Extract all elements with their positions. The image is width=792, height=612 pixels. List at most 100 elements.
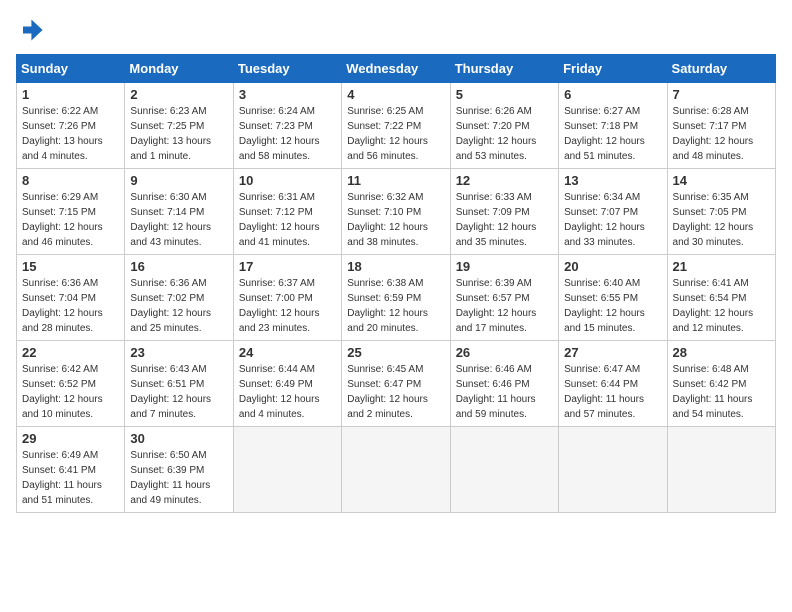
calendar-cell: 28 Sunrise: 6:48 AMSunset: 6:42 PMDayligh… bbox=[667, 341, 775, 427]
calendar-cell: 6 Sunrise: 6:27 AMSunset: 7:18 PMDaylight… bbox=[559, 83, 667, 169]
day-number: 21 bbox=[673, 259, 770, 274]
day-number: 8 bbox=[22, 173, 119, 188]
day-header-sunday: Sunday bbox=[17, 55, 125, 83]
day-info: Sunrise: 6:39 AMSunset: 6:57 PMDaylight:… bbox=[456, 276, 553, 336]
day-header-tuesday: Tuesday bbox=[233, 55, 341, 83]
day-number: 29 bbox=[22, 431, 119, 446]
day-info: Sunrise: 6:40 AMSunset: 6:55 PMDaylight:… bbox=[564, 276, 661, 336]
day-info: Sunrise: 6:50 AMSunset: 6:39 PMDaylight:… bbox=[130, 448, 227, 508]
day-info: Sunrise: 6:36 AMSunset: 7:02 PMDaylight:… bbox=[130, 276, 227, 336]
calendar-cell bbox=[667, 427, 775, 513]
calendar-cell: 4 Sunrise: 6:25 AMSunset: 7:22 PMDaylight… bbox=[342, 83, 450, 169]
day-info: Sunrise: 6:44 AMSunset: 6:49 PMDaylight:… bbox=[239, 362, 336, 422]
day-info: Sunrise: 6:35 AMSunset: 7:05 PMDaylight:… bbox=[673, 190, 770, 250]
day-number: 23 bbox=[130, 345, 227, 360]
day-number: 6 bbox=[564, 87, 661, 102]
day-info: Sunrise: 6:24 AMSunset: 7:23 PMDaylight:… bbox=[239, 104, 336, 164]
day-info: Sunrise: 6:41 AMSunset: 6:54 PMDaylight:… bbox=[673, 276, 770, 336]
day-number: 11 bbox=[347, 173, 444, 188]
day-info: Sunrise: 6:38 AMSunset: 6:59 PMDaylight:… bbox=[347, 276, 444, 336]
day-number: 7 bbox=[673, 87, 770, 102]
calendar-week-3: 15Sunrise: 6:36 AMSunset: 7:04 PMDayligh… bbox=[17, 255, 776, 341]
calendar-cell: 1 Sunrise: 6:22 AMSunset: 7:26 PMDaylight… bbox=[17, 83, 125, 169]
day-number: 20 bbox=[564, 259, 661, 274]
page-header bbox=[16, 16, 776, 44]
day-number: 3 bbox=[239, 87, 336, 102]
day-info: Sunrise: 6:29 AMSunset: 7:15 PMDaylight:… bbox=[22, 190, 119, 250]
calendar-cell: 24 Sunrise: 6:44 AMSunset: 6:49 PMDayligh… bbox=[233, 341, 341, 427]
day-header-wednesday: Wednesday bbox=[342, 55, 450, 83]
calendar-cell: 17 Sunrise: 6:37 AMSunset: 7:00 PMDayligh… bbox=[233, 255, 341, 341]
calendar-cell: 11 Sunrise: 6:32 AMSunset: 7:10 PMDayligh… bbox=[342, 169, 450, 255]
day-number: 24 bbox=[239, 345, 336, 360]
day-info: Sunrise: 6:42 AMSunset: 6:52 PMDaylight:… bbox=[22, 362, 119, 422]
calendar-cell: 8 Sunrise: 6:29 AMSunset: 7:15 PMDaylight… bbox=[17, 169, 125, 255]
calendar-cell: 2Sunrise: 6:23 AMSunset: 7:25 PMDaylight… bbox=[125, 83, 233, 169]
day-info: Sunrise: 6:36 AMSunset: 7:04 PMDaylight:… bbox=[22, 276, 119, 336]
day-header-thursday: Thursday bbox=[450, 55, 558, 83]
day-info: Sunrise: 6:34 AMSunset: 7:07 PMDaylight:… bbox=[564, 190, 661, 250]
calendar-week-2: 8 Sunrise: 6:29 AMSunset: 7:15 PMDaylight… bbox=[17, 169, 776, 255]
day-number: 13 bbox=[564, 173, 661, 188]
day-info: Sunrise: 6:25 AMSunset: 7:22 PMDaylight:… bbox=[347, 104, 444, 164]
day-number: 30 bbox=[130, 431, 227, 446]
calendar-cell: 26 Sunrise: 6:46 AMSunset: 6:46 PMDayligh… bbox=[450, 341, 558, 427]
day-number: 9 bbox=[130, 173, 227, 188]
calendar-cell: 27 Sunrise: 6:47 AMSunset: 6:44 PMDayligh… bbox=[559, 341, 667, 427]
day-info: Sunrise: 6:22 AMSunset: 7:26 PMDaylight:… bbox=[22, 104, 119, 164]
calendar-week-1: 1 Sunrise: 6:22 AMSunset: 7:26 PMDaylight… bbox=[17, 83, 776, 169]
calendar-cell: 23Sunrise: 6:43 AMSunset: 6:51 PMDayligh… bbox=[125, 341, 233, 427]
day-info: Sunrise: 6:31 AMSunset: 7:12 PMDaylight:… bbox=[239, 190, 336, 250]
day-header-monday: Monday bbox=[125, 55, 233, 83]
day-info: Sunrise: 6:45 AMSunset: 6:47 PMDaylight:… bbox=[347, 362, 444, 422]
calendar-cell: 13 Sunrise: 6:34 AMSunset: 7:07 PMDayligh… bbox=[559, 169, 667, 255]
calendar-week-4: 22 Sunrise: 6:42 AMSunset: 6:52 PMDayligh… bbox=[17, 341, 776, 427]
calendar-cell: 3 Sunrise: 6:24 AMSunset: 7:23 PMDaylight… bbox=[233, 83, 341, 169]
day-info: Sunrise: 6:48 AMSunset: 6:42 PMDaylight:… bbox=[673, 362, 770, 422]
day-info: Sunrise: 6:49 AMSunset: 6:41 PMDaylight:… bbox=[22, 448, 119, 508]
day-number: 14 bbox=[673, 173, 770, 188]
calendar-cell: 14 Sunrise: 6:35 AMSunset: 7:05 PMDayligh… bbox=[667, 169, 775, 255]
day-number: 5 bbox=[456, 87, 553, 102]
calendar-cell: 18Sunrise: 6:38 AMSunset: 6:59 PMDayligh… bbox=[342, 255, 450, 341]
day-info: Sunrise: 6:23 AMSunset: 7:25 PMDaylight:… bbox=[130, 104, 227, 164]
day-info: Sunrise: 6:27 AMSunset: 7:18 PMDaylight:… bbox=[564, 104, 661, 164]
calendar-week-5: 29 Sunrise: 6:49 AMSunset: 6:41 PMDayligh… bbox=[17, 427, 776, 513]
calendar-cell: 30 Sunrise: 6:50 AMSunset: 6:39 PMDayligh… bbox=[125, 427, 233, 513]
calendar-cell bbox=[559, 427, 667, 513]
calendar-cell bbox=[450, 427, 558, 513]
day-number: 10 bbox=[239, 173, 336, 188]
day-info: Sunrise: 6:37 AMSunset: 7:00 PMDaylight:… bbox=[239, 276, 336, 336]
day-number: 1 bbox=[22, 87, 119, 102]
calendar-cell: 21 Sunrise: 6:41 AMSunset: 6:54 PMDayligh… bbox=[667, 255, 775, 341]
day-info: Sunrise: 6:32 AMSunset: 7:10 PMDaylight:… bbox=[347, 190, 444, 250]
day-number: 12 bbox=[456, 173, 553, 188]
day-info: Sunrise: 6:47 AMSunset: 6:44 PMDaylight:… bbox=[564, 362, 661, 422]
day-info: Sunrise: 6:28 AMSunset: 7:17 PMDaylight:… bbox=[673, 104, 770, 164]
calendar-cell: 5Sunrise: 6:26 AMSunset: 7:20 PMDaylight… bbox=[450, 83, 558, 169]
day-number: 25 bbox=[347, 345, 444, 360]
logo-icon bbox=[16, 16, 44, 44]
day-number: 19 bbox=[456, 259, 553, 274]
calendar-cell bbox=[233, 427, 341, 513]
day-number: 26 bbox=[456, 345, 553, 360]
day-header-friday: Friday bbox=[559, 55, 667, 83]
day-number: 28 bbox=[673, 345, 770, 360]
day-number: 16 bbox=[130, 259, 227, 274]
day-info: Sunrise: 6:46 AMSunset: 6:46 PMDaylight:… bbox=[456, 362, 553, 422]
calendar-cell: 7 Sunrise: 6:28 AMSunset: 7:17 PMDaylight… bbox=[667, 83, 775, 169]
calendar-cell: 22 Sunrise: 6:42 AMSunset: 6:52 PMDayligh… bbox=[17, 341, 125, 427]
calendar-cell bbox=[342, 427, 450, 513]
calendar-cell: 20 Sunrise: 6:40 AMSunset: 6:55 PMDayligh… bbox=[559, 255, 667, 341]
calendar: SundayMondayTuesdayWednesdayThursdayFrid… bbox=[16, 54, 776, 513]
day-number: 17 bbox=[239, 259, 336, 274]
day-number: 27 bbox=[564, 345, 661, 360]
day-number: 4 bbox=[347, 87, 444, 102]
calendar-header-row: SundayMondayTuesdayWednesdayThursdayFrid… bbox=[17, 55, 776, 83]
calendar-cell: 19 Sunrise: 6:39 AMSunset: 6:57 PMDayligh… bbox=[450, 255, 558, 341]
calendar-cell: 25 Sunrise: 6:45 AMSunset: 6:47 PMDayligh… bbox=[342, 341, 450, 427]
logo bbox=[16, 16, 48, 44]
day-info: Sunrise: 6:30 AMSunset: 7:14 PMDaylight:… bbox=[130, 190, 227, 250]
calendar-cell: 9 Sunrise: 6:30 AMSunset: 7:14 PMDaylight… bbox=[125, 169, 233, 255]
day-number: 22 bbox=[22, 345, 119, 360]
